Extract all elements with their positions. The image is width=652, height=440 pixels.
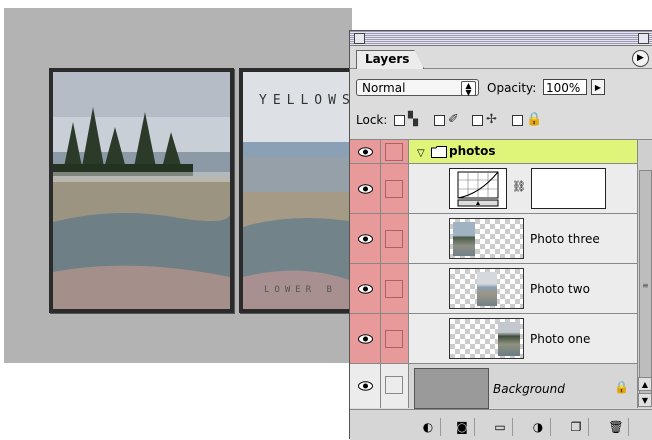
photo-frame-one <box>49 68 234 313</box>
scroll-down-arrow-icon[interactable]: ▼ <box>638 393 652 407</box>
layer-row-photos-group[interactable]: ▽ photos <box>350 140 637 164</box>
play-triangle-icon: ▶ <box>637 53 644 63</box>
layer-row-photo-three[interactable]: Photo three <box>350 214 637 264</box>
link-cell[interactable] <box>385 143 403 161</box>
opacity-label: Opacity: <box>487 81 537 95</box>
layer-mask-thumbnail[interactable] <box>531 168 606 209</box>
lock-all-checkbox[interactable] <box>512 115 523 126</box>
grip-icon: ≡ <box>642 281 649 290</box>
layer-thumbnail <box>449 268 524 309</box>
lock-icon: 🔒 <box>614 380 629 394</box>
eye-icon[interactable] <box>358 381 373 391</box>
document-canvas[interactable]: YELLOWS LOWER B <box>4 8 359 363</box>
palette-bottom-bar: ◐ ◙ ▭ ◑ ❐ 🗑 <box>350 409 652 440</box>
delete-layer-button[interactable]: 🗑 <box>604 418 629 436</box>
layer-row-photo-two[interactable]: Photo two <box>350 264 637 314</box>
lock-position-checkbox[interactable] <box>472 115 483 126</box>
eye-icon[interactable] <box>358 147 373 157</box>
scroll-up-arrow-icon[interactable]: ▲ <box>638 377 652 391</box>
opacity-slider-button[interactable]: ▶ <box>591 79 605 95</box>
new-layer-icon: ❐ <box>570 420 582 434</box>
layer-name: photos <box>449 144 496 158</box>
blend-mode-select[interactable]: Normal ▲ ▼ <box>356 79 479 97</box>
layer-name: Photo one <box>530 332 591 346</box>
new-layer-button[interactable]: ❐ <box>564 418 589 436</box>
lock-transparency-checkbox[interactable] <box>394 115 405 126</box>
zoom-box-icon[interactable] <box>638 33 649 44</box>
layer-name: Photo two <box>530 282 590 296</box>
folder-icon <box>431 146 447 158</box>
layer-row-photo-one[interactable]: Photo one <box>350 314 637 364</box>
link-cell[interactable] <box>385 330 403 348</box>
new-set-icon: ▭ <box>494 420 506 434</box>
lock-row: Lock: ▚ ✐ ✢ 🔒 <box>350 105 652 140</box>
brush-icon: ✐ <box>448 112 459 127</box>
add-mask-button[interactable]: ◙ <box>450 418 475 436</box>
trash-icon: 🗑 <box>608 420 624 434</box>
transparency-icon: ▚ <box>408 112 418 127</box>
banner-title-text: YELLOWS <box>259 93 356 108</box>
new-adjustment-layer-button[interactable]: ◑ <box>526 418 551 436</box>
palette-tab-row: Layers ▶ <box>350 46 652 69</box>
eye-icon[interactable] <box>358 234 373 244</box>
layer-name: Background <box>493 382 565 396</box>
lock-label: Lock: <box>356 113 388 127</box>
lock-icon: 🔒 <box>526 112 543 127</box>
link-cell[interactable] <box>385 376 403 394</box>
up-down-arrows-icon: ▲ ▼ <box>461 81 476 97</box>
chain-link-icon[interactable]: ⛓ <box>512 180 526 193</box>
tab-layers[interactable]: Layers <box>356 50 425 69</box>
adjustment-layer-icon: ◑ <box>532 420 544 434</box>
landscape-photo <box>53 72 230 309</box>
blend-mode-value: Normal <box>362 81 406 95</box>
new-set-button[interactable]: ▭ <box>488 418 513 436</box>
eye-icon[interactable] <box>358 334 373 344</box>
close-box-icon[interactable] <box>354 33 365 44</box>
opacity-input[interactable]: 100% <box>543 79 587 95</box>
palette-menu-button[interactable]: ▶ <box>632 50 649 67</box>
eye-icon[interactable] <box>358 284 373 294</box>
layer-mask-icon: ◙ <box>456 420 468 434</box>
layers-list: ▽ photos ⛓ Photo three Photo two Photo o… <box>350 140 637 409</box>
blend-controls: Normal ▲ ▼ Opacity: 100% ▶ <box>350 69 652 97</box>
link-cell[interactable] <box>385 280 403 298</box>
layers-palette: Layers ▶ Normal ▲ ▼ Opacity: 100% ▶ Lock:… <box>349 30 652 440</box>
move-icon: ✢ <box>486 112 497 127</box>
layers-scrollbar[interactable]: ≡ <box>637 140 652 408</box>
banner-subtitle-text: LOWER B <box>264 285 337 295</box>
layer-style-icon: ◐ <box>422 420 434 434</box>
link-cell[interactable] <box>385 180 403 198</box>
curves-adjustment-icon <box>449 168 507 209</box>
layer-row-curves-adjustment[interactable]: ⛓ <box>350 164 637 214</box>
layer-thumbnail <box>449 318 524 359</box>
layer-thumbnail <box>414 368 489 409</box>
layer-row-background[interactable]: Background 🔒 <box>350 364 637 409</box>
layer-thumbnail <box>449 218 524 259</box>
link-cell[interactable] <box>385 230 403 248</box>
layer-name: Photo three <box>530 232 600 246</box>
scroll-thumb[interactable]: ≡ <box>639 170 652 405</box>
eye-icon[interactable] <box>358 184 373 194</box>
layer-style-button[interactable]: ◐ <box>416 418 441 436</box>
disclosure-triangle-icon[interactable]: ▽ <box>417 148 425 159</box>
palette-titlebar[interactable] <box>350 31 652 46</box>
lock-image-checkbox[interactable] <box>434 115 445 126</box>
